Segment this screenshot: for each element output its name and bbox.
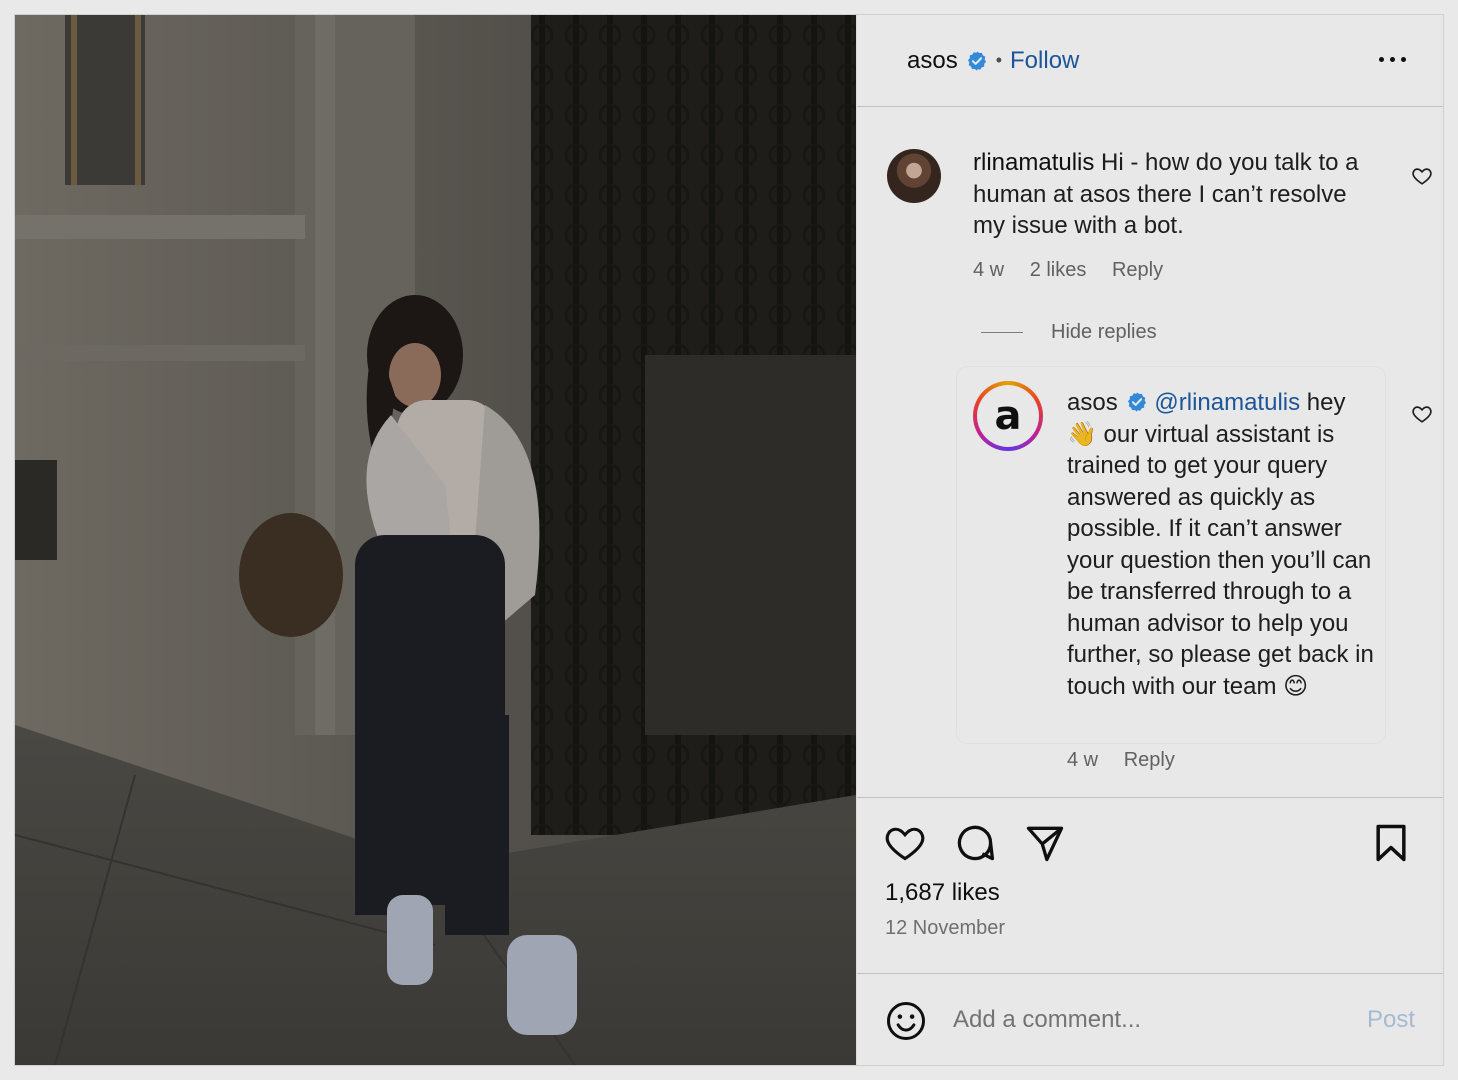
follow-button[interactable]: Follow	[1010, 47, 1079, 75]
hide-replies-label: Hide replies	[1051, 321, 1157, 343]
verified-badge-icon	[1127, 392, 1146, 412]
verified-badge-icon	[967, 50, 986, 71]
reply-text: hey 👋 our virtual assistant is trained t…	[1067, 389, 1374, 700]
hide-replies-line	[981, 332, 1023, 333]
reply-reply-button[interactable]: Reply	[1124, 749, 1175, 771]
commenter-username[interactable]: rlinamatulis	[973, 149, 1094, 176]
reply-comment: a asos @rlinamatulis hey 👋 our virtual a…	[957, 367, 1385, 743]
comment-likes-count[interactable]: 2 likes	[1030, 259, 1087, 281]
reply-username[interactable]: asos	[1067, 389, 1118, 416]
post-photo-image	[15, 15, 856, 1065]
comment-body: rlinamatulis Hi - how do you talk to a h…	[973, 147, 1383, 242]
asos-avatar-letter: a	[977, 385, 1039, 447]
comments-panel: asos • Follow rlinamatulis Hi - how do y…	[856, 15, 1443, 1065]
comment-like-heart-icon[interactable]	[1411, 165, 1433, 187]
post-photo[interactable]	[15, 15, 856, 1065]
post-date[interactable]: 12 November	[885, 917, 1005, 940]
heart-icon[interactable]	[883, 821, 927, 865]
actions-divider	[857, 797, 1443, 798]
reply-time: 4 w	[1067, 749, 1099, 771]
emoji-icon[interactable]	[885, 1000, 927, 1042]
comment-composer: Post	[857, 973, 1443, 1065]
commenter-avatar[interactable]	[887, 149, 941, 203]
post-modal: asos • Follow rlinamatulis Hi - how do y…	[14, 14, 1444, 1066]
post-header: asos • Follow	[857, 15, 1443, 107]
reply-mention-link[interactable]: @rlinamatulis	[1154, 389, 1300, 416]
reply-body: asos @rlinamatulis hey 👋 our virtual ass…	[1067, 387, 1379, 702]
paper-plane-icon[interactable]	[1023, 821, 1067, 865]
asos-avatar[interactable]: a	[973, 381, 1043, 451]
post-likes-count[interactable]: 1,687 likes	[885, 879, 1000, 907]
comment-time: 4 w	[973, 259, 1005, 281]
reply-like-heart-icon[interactable]	[1411, 403, 1433, 425]
bookmark-icon[interactable]	[1369, 821, 1413, 865]
post-comment-button[interactable]: Post	[1367, 1006, 1415, 1034]
add-comment-input[interactable]	[953, 1000, 1353, 1040]
comment-meta: 4 w 2 likes Reply	[973, 259, 1183, 282]
more-options-icon[interactable]	[1377, 43, 1409, 75]
reply-meta: 4 w Reply	[1067, 749, 1195, 772]
hide-replies-toggle[interactable]: Hide replies	[981, 321, 1157, 344]
comment-reply-button[interactable]: Reply	[1112, 259, 1163, 281]
comment-bubble-icon[interactable]	[953, 821, 997, 865]
account-username[interactable]: asos	[907, 47, 958, 75]
header-separator: •	[995, 50, 1003, 70]
